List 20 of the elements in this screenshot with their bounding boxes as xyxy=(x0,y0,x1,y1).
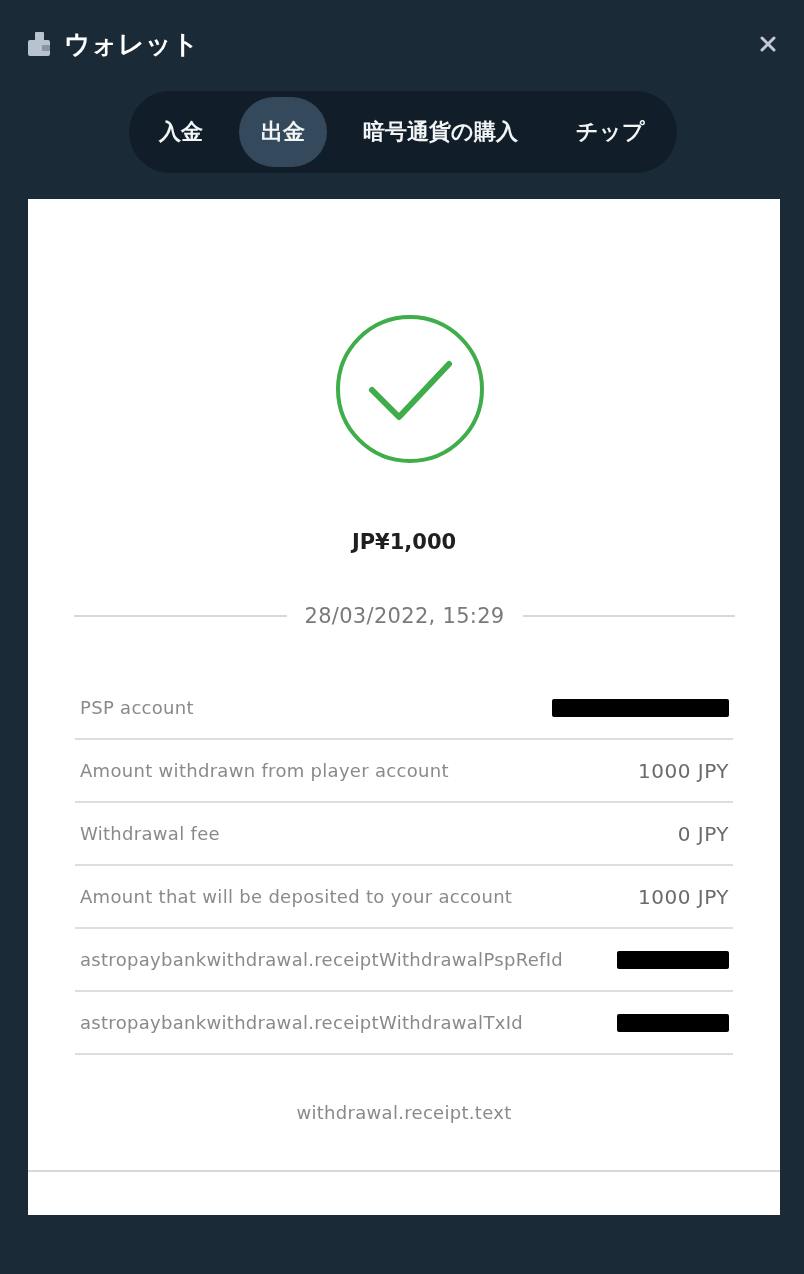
row-value: 0 JPY xyxy=(677,821,729,846)
wallet-icon xyxy=(28,32,50,56)
date-time: 28/03/2022, 15:29 xyxy=(304,604,505,628)
tab[interactable]: 入金 xyxy=(137,97,225,167)
row-value: 1000 JPY xyxy=(638,758,729,783)
close-button[interactable] xyxy=(760,36,776,52)
row-label: Withdrawal fee xyxy=(80,823,220,844)
row-label: astropaybankwithdrawal.receiptWithdrawalPspRefId xyxy=(80,949,563,970)
row-label: Amount that will be deposited to your account xyxy=(80,886,513,907)
tab[interactable]: 暗号通貨の購入 xyxy=(341,97,540,167)
row-label: PSP account xyxy=(80,697,194,718)
amount: JP¥1,000 xyxy=(351,530,457,554)
row-value: 1000 JPY xyxy=(638,884,729,909)
row-label: astropaybankwithdrawal.receiptWithdrawalTxId xyxy=(80,1012,523,1033)
tab[interactable]: 出金 xyxy=(239,97,327,167)
receipt-note: withdrawal.receipt.text xyxy=(296,1102,512,1124)
tab[interactable]: チップ xyxy=(554,97,667,167)
close-icon xyxy=(760,36,776,52)
window-title: ウォレット xyxy=(64,29,199,59)
row-label: Amount withdrawn from player account xyxy=(80,760,449,781)
